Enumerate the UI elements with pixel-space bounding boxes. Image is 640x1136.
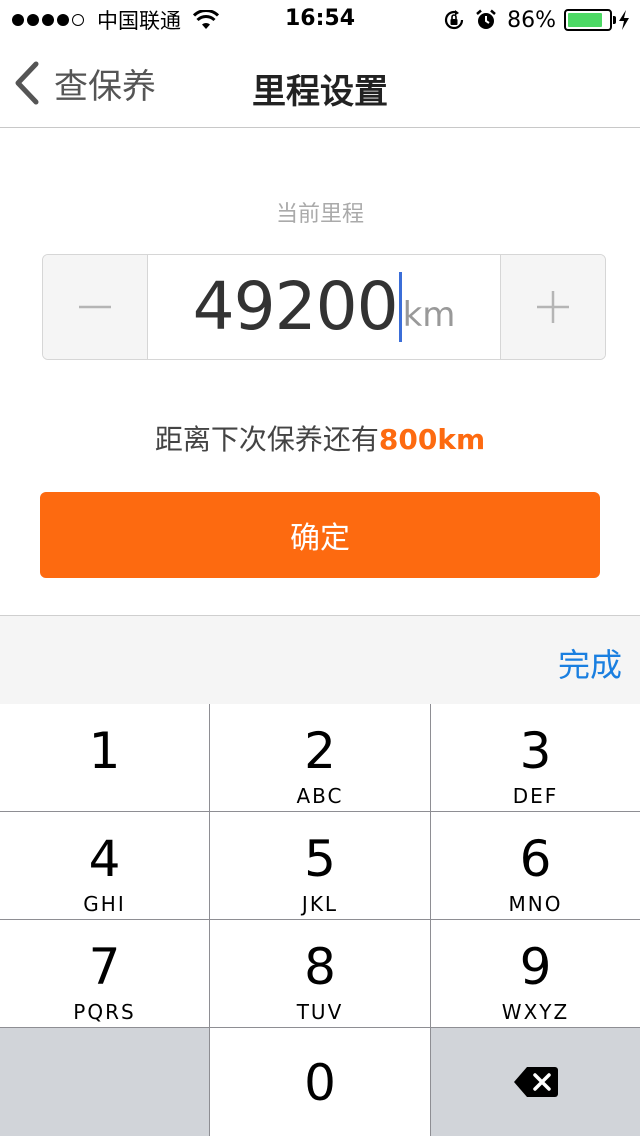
decrement-button[interactable]: [43, 255, 148, 359]
plus-icon: [537, 291, 569, 323]
increment-button[interactable]: [500, 255, 605, 359]
orientation-lock-icon: [445, 10, 464, 30]
mileage-input[interactable]: 49200 km: [148, 255, 500, 359]
key-3[interactable]: 3 DEF: [431, 704, 640, 811]
key-number: 8: [304, 938, 336, 996]
key-number: 2: [304, 722, 336, 780]
key-number: 1: [88, 722, 121, 780]
key-0[interactable]: 0: [210, 1028, 430, 1136]
key-letters: MNO: [508, 892, 563, 916]
key-number: 6: [519, 830, 552, 888]
key-letters: DEF: [512, 784, 559, 808]
confirm-button[interactable]: 确定: [40, 492, 600, 578]
keyboard-accessory-bar: 完成: [0, 615, 640, 704]
key-7[interactable]: 7 PQRS: [0, 920, 209, 1027]
page-title: 里程设置: [252, 72, 388, 112]
done-button[interactable]: 完成: [558, 640, 622, 686]
numeric-keypad: 1 2 ABC 3 DEF 4 GHI 5 JKL 6 MNO 7 PQRS 8…: [0, 704, 640, 1136]
key-letters: PQRS: [73, 1000, 136, 1024]
key-9[interactable]: 9 WXYZ: [431, 920, 640, 1027]
key-6[interactable]: 6 MNO: [431, 812, 640, 919]
text-caret: [398, 272, 402, 342]
key-number: 0: [304, 1054, 336, 1112]
battery-icon: [564, 9, 616, 31]
mileage-stepper: 49200 km: [42, 254, 606, 360]
mileage-unit: km: [402, 295, 456, 335]
key-8[interactable]: 8 TUV: [210, 920, 430, 1027]
minus-icon: [79, 305, 111, 309]
backspace-key[interactable]: [431, 1028, 640, 1136]
key-letters: WXYZ: [501, 1000, 570, 1024]
key-2[interactable]: 2 ABC: [210, 704, 430, 811]
key-letters: TUV: [296, 1000, 344, 1024]
key-5[interactable]: 5 JKL: [210, 812, 430, 919]
key-1[interactable]: 1: [0, 704, 209, 811]
key-number: 3: [519, 722, 552, 780]
key-number: 4: [88, 830, 121, 888]
key-4[interactable]: 4 GHI: [0, 812, 209, 919]
remaining-distance: 距离下次保养还有800km: [0, 418, 640, 458]
remaining-prefix: 距离下次保养还有: [154, 423, 379, 456]
status-bar: 中国联通 16:54 86%: [0, 0, 640, 40]
key-letters: ABC: [296, 784, 344, 808]
key-letters: GHI: [83, 892, 126, 916]
key-blank: [0, 1028, 209, 1136]
battery-percent: 86%: [507, 7, 556, 33]
backspace-icon: [513, 1067, 558, 1097]
key-number: 5: [304, 830, 336, 888]
alarm-icon: [476, 9, 496, 29]
key-letters: JKL: [301, 892, 339, 916]
charging-bolt-icon: [619, 10, 629, 30]
remaining-value: 800km: [378, 423, 486, 456]
battery-fill: [568, 13, 603, 27]
current-mileage-label: 当前里程: [275, 202, 364, 227]
navigation-bar: 查保养 里程设置: [0, 40, 640, 128]
status-right: 86%: [443, 6, 630, 34]
mileage-value: 49200: [192, 268, 399, 345]
key-number: 9: [519, 938, 552, 996]
key-number: 7: [88, 938, 121, 996]
